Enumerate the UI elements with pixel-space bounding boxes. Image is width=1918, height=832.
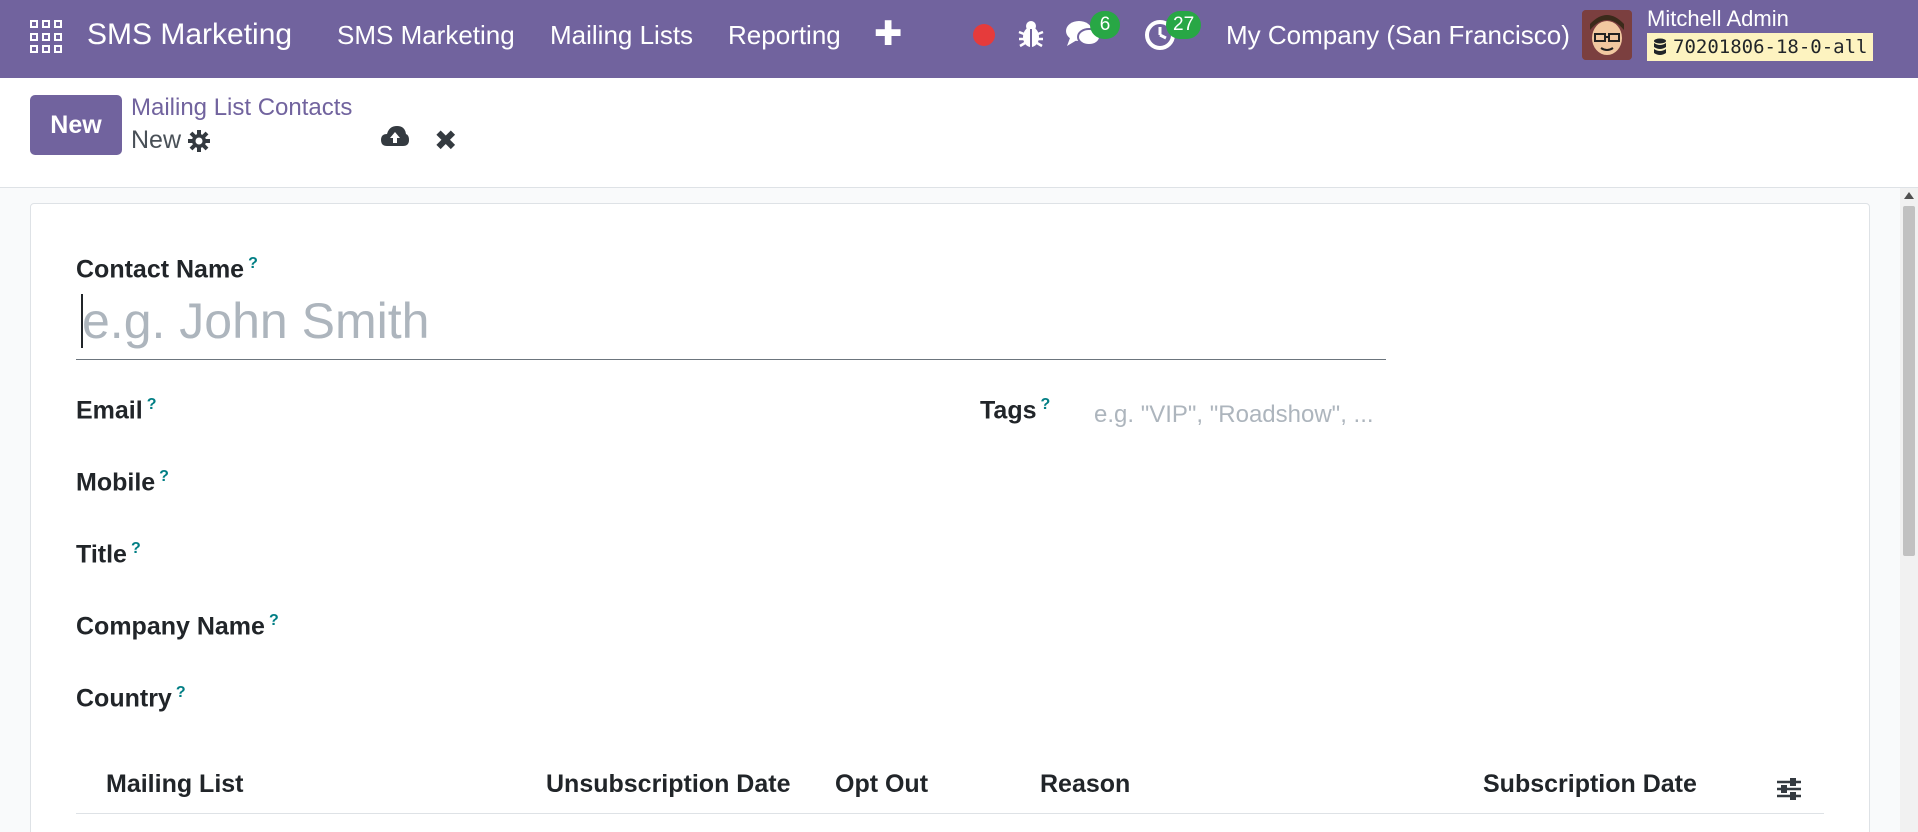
scroll-thumb[interactable] [1903,206,1915,556]
scroll-up-arrow-icon[interactable] [1904,192,1914,199]
text-caret [81,294,83,348]
activities-count-badge: 27 [1166,11,1202,39]
mobile-label: Mobile? [76,468,169,497]
help-icon[interactable]: ? [248,255,258,272]
control-panel: New Mailing List Contacts New ✖ [0,78,1918,188]
bug-icon[interactable] [1018,18,1044,50]
tags-label: Tags? [980,396,1051,425]
menu-mailing-lists[interactable]: Mailing Lists [550,20,693,51]
menu-sms-marketing[interactable]: SMS Marketing [337,20,515,51]
help-icon[interactable]: ? [131,540,141,557]
title-label: Title? [76,540,141,569]
help-icon[interactable]: ? [159,468,169,485]
save-cloud-icon[interactable] [380,124,410,150]
form-sheet: Contact Name? e.g. John Smith Email? Tag… [30,203,1870,832]
breadcrumb-current: New [131,126,211,155]
gear-icon[interactable] [187,129,211,153]
app-brand[interactable]: SMS Marketing [87,18,292,52]
help-icon[interactable]: ? [1041,396,1051,413]
menu-reporting[interactable]: Reporting [728,20,841,51]
messages-count-badge: 6 [1090,11,1120,39]
top-navbar: SMS Marketing SMS Marketing Mailing List… [0,0,1918,78]
optional-columns-sliders-icon[interactable] [1775,776,1803,802]
plus-icon[interactable]: ✚ [874,14,903,54]
column-unsubscription-date[interactable]: Unsubscription Date [546,770,790,799]
user-name[interactable]: Mitchell Admin [1647,6,1789,32]
subscriptions-table-header: Mailing List Unsubscription Date Opt Out… [76,754,1824,814]
email-label: Email? [76,396,157,425]
company-name-label: Company Name? [76,612,279,641]
contact-name-placeholder: e.g. John Smith [82,292,430,349]
help-icon[interactable]: ? [269,612,279,629]
company-switcher[interactable]: My Company (San Francisco) [1226,20,1570,51]
new-button[interactable]: New [30,95,122,155]
contact-name-label: Contact Name? [76,255,258,284]
tags-input[interactable]: e.g. "VIP", "Roadshow", ... [1094,401,1374,429]
country-label: Country? [76,684,186,713]
breadcrumb-current-label: New [131,126,182,154]
column-reason[interactable]: Reason [1040,770,1130,799]
help-icon[interactable]: ? [176,684,186,701]
vertical-scrollbar[interactable] [1900,188,1918,832]
database-icon [1654,38,1666,55]
database-badge: 70201806-18-0-all [1647,33,1874,61]
record-icon[interactable] [973,24,995,46]
contact-name-input[interactable]: e.g. John Smith [76,282,1386,360]
help-icon[interactable]: ? [147,396,157,413]
column-opt-out[interactable]: Opt Out [835,770,928,799]
apps-menu-icon[interactable] [30,20,64,54]
column-mailing-list[interactable]: Mailing List [106,770,244,799]
user-avatar[interactable] [1582,10,1632,60]
database-name: 70201806-18-0-all [1673,36,1868,58]
discard-close-icon[interactable]: ✖ [434,124,457,157]
column-subscription-date[interactable]: Subscription Date [1483,770,1697,799]
breadcrumb-mailing-list-contacts[interactable]: Mailing List Contacts [131,94,352,122]
